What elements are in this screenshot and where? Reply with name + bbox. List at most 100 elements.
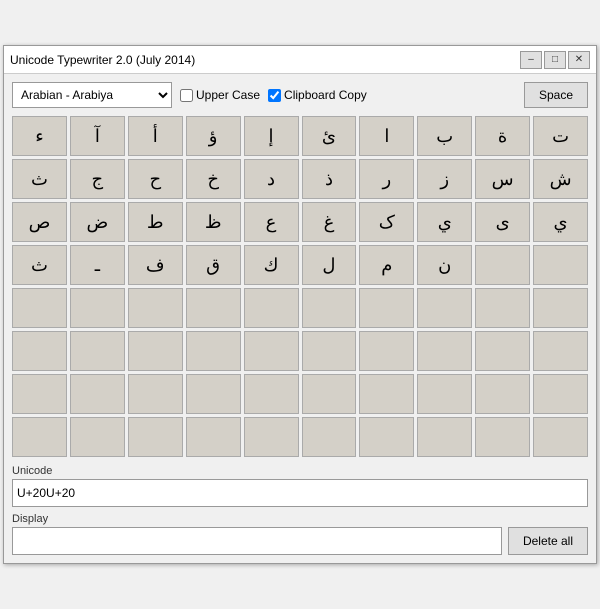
char-cell [186, 331, 241, 371]
char-cell [12, 417, 67, 457]
display-row: Delete all [12, 527, 588, 555]
char-cell [359, 331, 414, 371]
char-cell [417, 331, 472, 371]
char-cell[interactable]: آ [70, 116, 125, 156]
char-cell[interactable]: ؤ [186, 116, 241, 156]
window-controls: – □ ✕ [520, 51, 590, 69]
char-cell[interactable]: س [475, 159, 530, 199]
char-cell[interactable]: ن [417, 245, 472, 285]
char-cell[interactable]: ظ [186, 202, 241, 242]
window-title: Unicode Typewriter 2.0 (July 2014) [10, 53, 520, 67]
char-cell[interactable]: ف [128, 245, 183, 285]
char-cell [302, 331, 357, 371]
delete-all-button[interactable]: Delete all [508, 527, 588, 555]
char-cell [12, 374, 67, 414]
char-cell [186, 374, 241, 414]
char-cell[interactable]: غ [302, 202, 357, 242]
char-cell[interactable]: ر [359, 159, 414, 199]
char-cell [186, 288, 241, 328]
char-cell [70, 288, 125, 328]
char-cell [12, 288, 67, 328]
char-cell[interactable]: ث [12, 159, 67, 199]
uppercase-checkbox[interactable] [180, 89, 193, 102]
clipboard-checkbox[interactable] [268, 89, 281, 102]
char-cell[interactable]: ة [475, 116, 530, 156]
char-cell[interactable]: ل [302, 245, 357, 285]
char-cell [533, 245, 588, 285]
char-cell [128, 288, 183, 328]
char-cell [475, 374, 530, 414]
char-cell[interactable]: ص [12, 202, 67, 242]
toolbar: Arabian - Arabiya Upper Case Clipboard C… [12, 82, 588, 108]
char-cell [359, 374, 414, 414]
char-cell[interactable]: ي [417, 202, 472, 242]
char-cell[interactable]: ب [417, 116, 472, 156]
unicode-label: Unicode [12, 465, 588, 477]
char-cell [417, 374, 472, 414]
char-cell [244, 417, 299, 457]
char-cell[interactable]: م [359, 245, 414, 285]
char-cell [475, 245, 530, 285]
char-cell [475, 331, 530, 371]
bottom-section: Unicode Display Delete all [12, 465, 588, 555]
space-button[interactable]: Space [524, 82, 588, 108]
char-cell[interactable]: ش [533, 159, 588, 199]
char-cell[interactable]: ـ [70, 245, 125, 285]
char-cell[interactable]: ك [244, 245, 299, 285]
char-cell[interactable]: ح [128, 159, 183, 199]
char-cell [533, 417, 588, 457]
char-cell [533, 288, 588, 328]
char-cell [475, 417, 530, 457]
close-button[interactable]: ✕ [568, 51, 590, 69]
char-cell[interactable]: ت [533, 116, 588, 156]
char-cell [302, 417, 357, 457]
char-cell [244, 331, 299, 371]
uppercase-label[interactable]: Upper Case [180, 88, 260, 102]
unicode-input[interactable] [12, 479, 588, 507]
char-cell [244, 288, 299, 328]
char-cell[interactable]: أ [128, 116, 183, 156]
char-cell [70, 374, 125, 414]
char-cell[interactable]: ء [12, 116, 67, 156]
char-cell[interactable]: ا [359, 116, 414, 156]
char-cell [302, 374, 357, 414]
char-cell[interactable]: إ [244, 116, 299, 156]
char-cell [359, 417, 414, 457]
char-cell[interactable]: ق [186, 245, 241, 285]
display-input[interactable] [12, 527, 502, 555]
clipboard-label-text: Clipboard Copy [284, 88, 367, 102]
main-window: Unicode Typewriter 2.0 (July 2014) – □ ✕… [3, 45, 597, 564]
char-cell [128, 374, 183, 414]
char-cell[interactable]: ع [244, 202, 299, 242]
char-cell[interactable]: ي [533, 202, 588, 242]
char-cell[interactable]: ث [12, 245, 67, 285]
language-select[interactable]: Arabian - Arabiya [12, 82, 172, 108]
char-cell[interactable]: ز [417, 159, 472, 199]
char-cell [244, 374, 299, 414]
char-cell [533, 331, 588, 371]
clipboard-label[interactable]: Clipboard Copy [268, 88, 367, 102]
char-cell [12, 331, 67, 371]
char-cell [359, 288, 414, 328]
char-cell [128, 417, 183, 457]
char-cell[interactable]: ى [475, 202, 530, 242]
char-cell[interactable]: ض [70, 202, 125, 242]
char-cell[interactable]: ذ [302, 159, 357, 199]
char-cell [417, 417, 472, 457]
main-content: Arabian - Arabiya Upper Case Clipboard C… [4, 74, 596, 563]
minimize-button[interactable]: – [520, 51, 542, 69]
char-cell[interactable]: خ [186, 159, 241, 199]
display-label: Display [12, 513, 588, 525]
char-cell[interactable]: ج [70, 159, 125, 199]
char-cell[interactable]: د [244, 159, 299, 199]
char-cell [475, 288, 530, 328]
char-cell [186, 417, 241, 457]
char-cell [533, 374, 588, 414]
char-cell[interactable]: ئ [302, 116, 357, 156]
maximize-button[interactable]: □ [544, 51, 566, 69]
char-cell[interactable]: ک [359, 202, 414, 242]
character-grid: ءآأؤإئابةتثجحخدذرزسشصضطظعغکيىيثـفقكلمن [12, 116, 588, 457]
char-cell[interactable]: ط [128, 202, 183, 242]
char-cell [417, 288, 472, 328]
char-cell [128, 331, 183, 371]
